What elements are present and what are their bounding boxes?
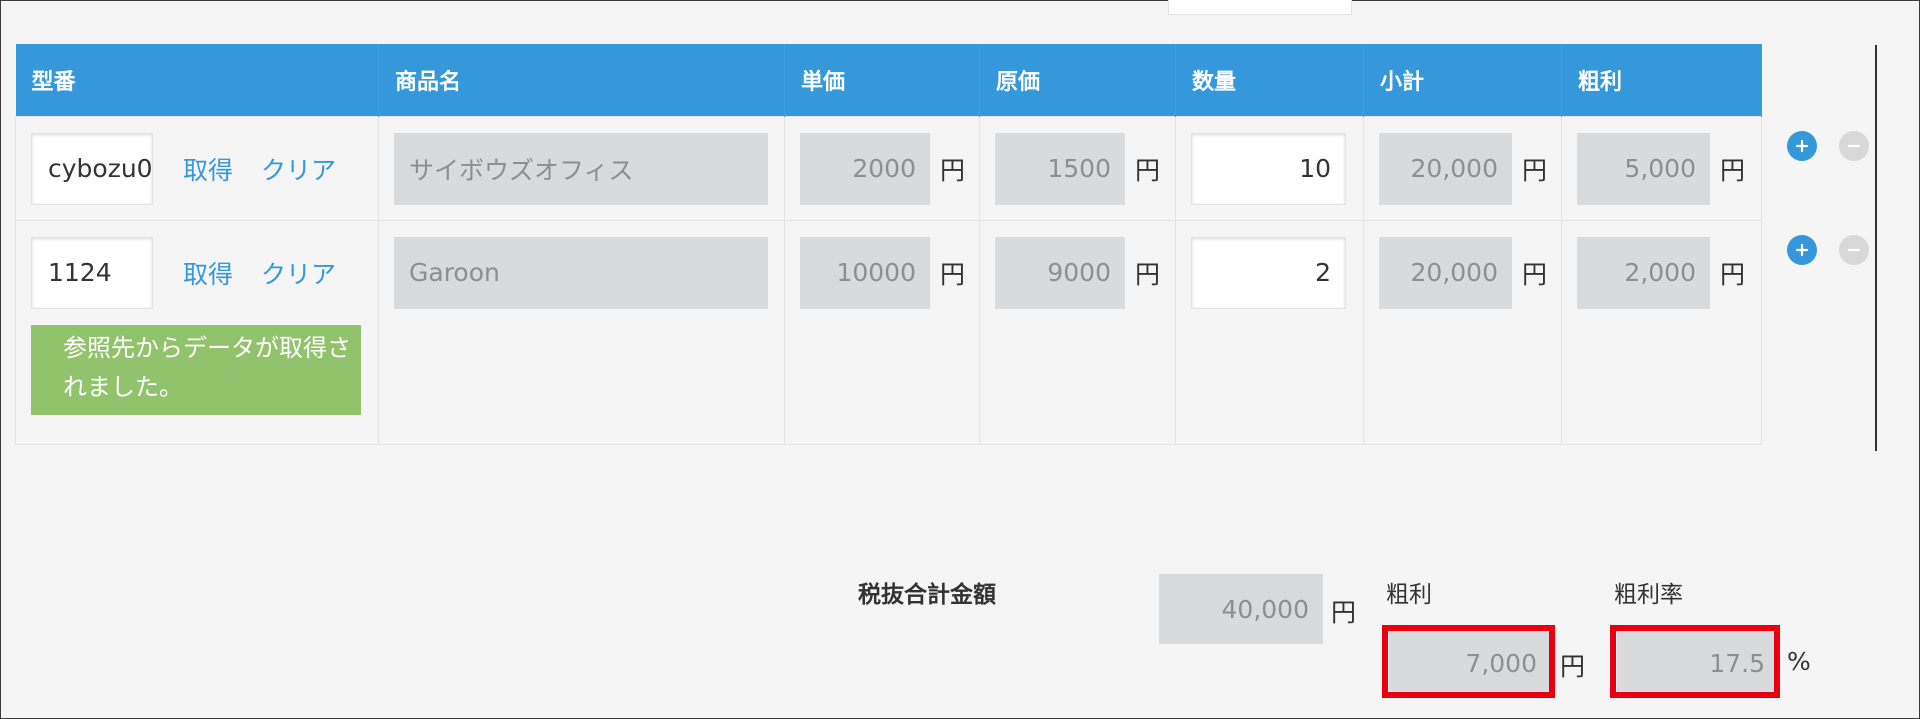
col-header-unit-price: 単価 [784, 44, 980, 116]
col-header-product-name: 商品名 [378, 44, 785, 116]
yen-unit: 円 [940, 259, 966, 289]
quantity-cell: 2 [1175, 219, 1364, 445]
subtotal-field: 20,000 [1379, 132, 1512, 205]
clear-link[interactable]: クリア [261, 151, 336, 187]
table-header-row: 型番 商品名 単価 原価 数量 小計 粗利 [15, 44, 1762, 116]
percent-unit: % [1787, 647, 1811, 676]
get-link[interactable]: 取得 [183, 151, 233, 187]
minus-icon [1847, 144, 1861, 148]
clear-link[interactable]: クリア [261, 255, 336, 291]
row-actions [1787, 131, 1869, 161]
table-row: 1124 取得 クリア 参照先からデータが取得されました。 Garoon 100… [15, 219, 1762, 445]
add-row-button[interactable] [1787, 131, 1817, 161]
quantity-input[interactable]: 2 [1191, 236, 1346, 309]
table-row: cybozu0 取得 クリア サイボウズオフィス 2000 円 1500 円 10 … [15, 115, 1762, 221]
model-input[interactable]: 1124 [31, 236, 153, 309]
yen-unit: 円 [1560, 652, 1586, 681]
yen-unit: 円 [1331, 598, 1357, 627]
unit-price-field: 2000 [800, 132, 930, 205]
product-name-field: サイボウズオフィス [394, 132, 768, 205]
cost-cell: 9000 円 [979, 219, 1176, 445]
subtotal-field: 20,000 [1379, 236, 1512, 309]
lookup-success-notice: 参照先からデータが取得されました。 [31, 324, 361, 415]
col-header-cost: 原価 [979, 44, 1176, 116]
product-cell: サイボウズオフィス [378, 115, 785, 221]
col-header-subtotal: 小計 [1363, 44, 1562, 116]
highlight-box-profit-rate [1610, 625, 1780, 698]
form-divider [1875, 45, 1877, 451]
remove-row-button[interactable] [1839, 131, 1869, 161]
cost-cell: 1500 円 [979, 115, 1176, 221]
profit-field: 5,000 [1577, 132, 1710, 205]
product-name-field: Garoon [394, 236, 768, 309]
cost-field: 9000 [995, 236, 1125, 309]
profit-field: 2,000 [1577, 236, 1710, 309]
top-field-partial [1168, 0, 1352, 15]
profit-cell: 2,000 円 [1561, 219, 1762, 445]
total-excl-tax-field: 40,000 [1159, 574, 1323, 644]
cost-field: 1500 [995, 132, 1125, 205]
yen-unit: 円 [1720, 259, 1746, 289]
unit-price-cell: 10000 円 [784, 219, 980, 445]
remove-row-button[interactable] [1839, 235, 1869, 265]
model-cell: cybozu0 取得 クリア [15, 115, 379, 221]
model-input[interactable]: cybozu0 [31, 132, 153, 205]
plus-icon [1795, 139, 1809, 153]
profit-rate-label: 粗利率 [1614, 582, 1683, 608]
quantity-cell: 10 [1175, 115, 1364, 221]
total-excl-tax-label: 税抜合計金額 [858, 582, 996, 608]
product-cell: Garoon [378, 219, 785, 445]
minus-icon [1847, 248, 1861, 252]
yen-unit: 円 [940, 155, 966, 185]
profit-label: 粗利 [1386, 582, 1432, 608]
quantity-input[interactable]: 10 [1191, 132, 1346, 205]
yen-unit: 円 [1522, 259, 1548, 289]
subtotal-cell: 20,000 円 [1363, 115, 1562, 221]
subtotal-cell: 20,000 円 [1363, 219, 1562, 445]
unit-price-field: 10000 [800, 236, 930, 309]
col-header-profit: 粗利 [1561, 44, 1762, 116]
yen-unit: 円 [1135, 155, 1161, 185]
yen-unit: 円 [1522, 155, 1548, 185]
highlight-box-profit [1382, 625, 1555, 698]
yen-unit: 円 [1135, 259, 1161, 289]
add-row-button[interactable] [1787, 235, 1817, 265]
row-actions [1787, 235, 1869, 265]
unit-price-cell: 2000 円 [784, 115, 980, 221]
subtable: 型番 商品名 単価 原価 数量 小計 粗利 cybozu0 取得 クリア サイボ… [15, 44, 1762, 445]
plus-icon [1795, 243, 1809, 257]
col-header-model: 型番 [15, 44, 379, 116]
model-cell: 1124 取得 クリア 参照先からデータが取得されました。 [15, 219, 379, 445]
get-link[interactable]: 取得 [183, 255, 233, 291]
col-header-quantity: 数量 [1175, 44, 1364, 116]
yen-unit: 円 [1720, 155, 1746, 185]
profit-cell: 5,000 円 [1561, 115, 1762, 221]
